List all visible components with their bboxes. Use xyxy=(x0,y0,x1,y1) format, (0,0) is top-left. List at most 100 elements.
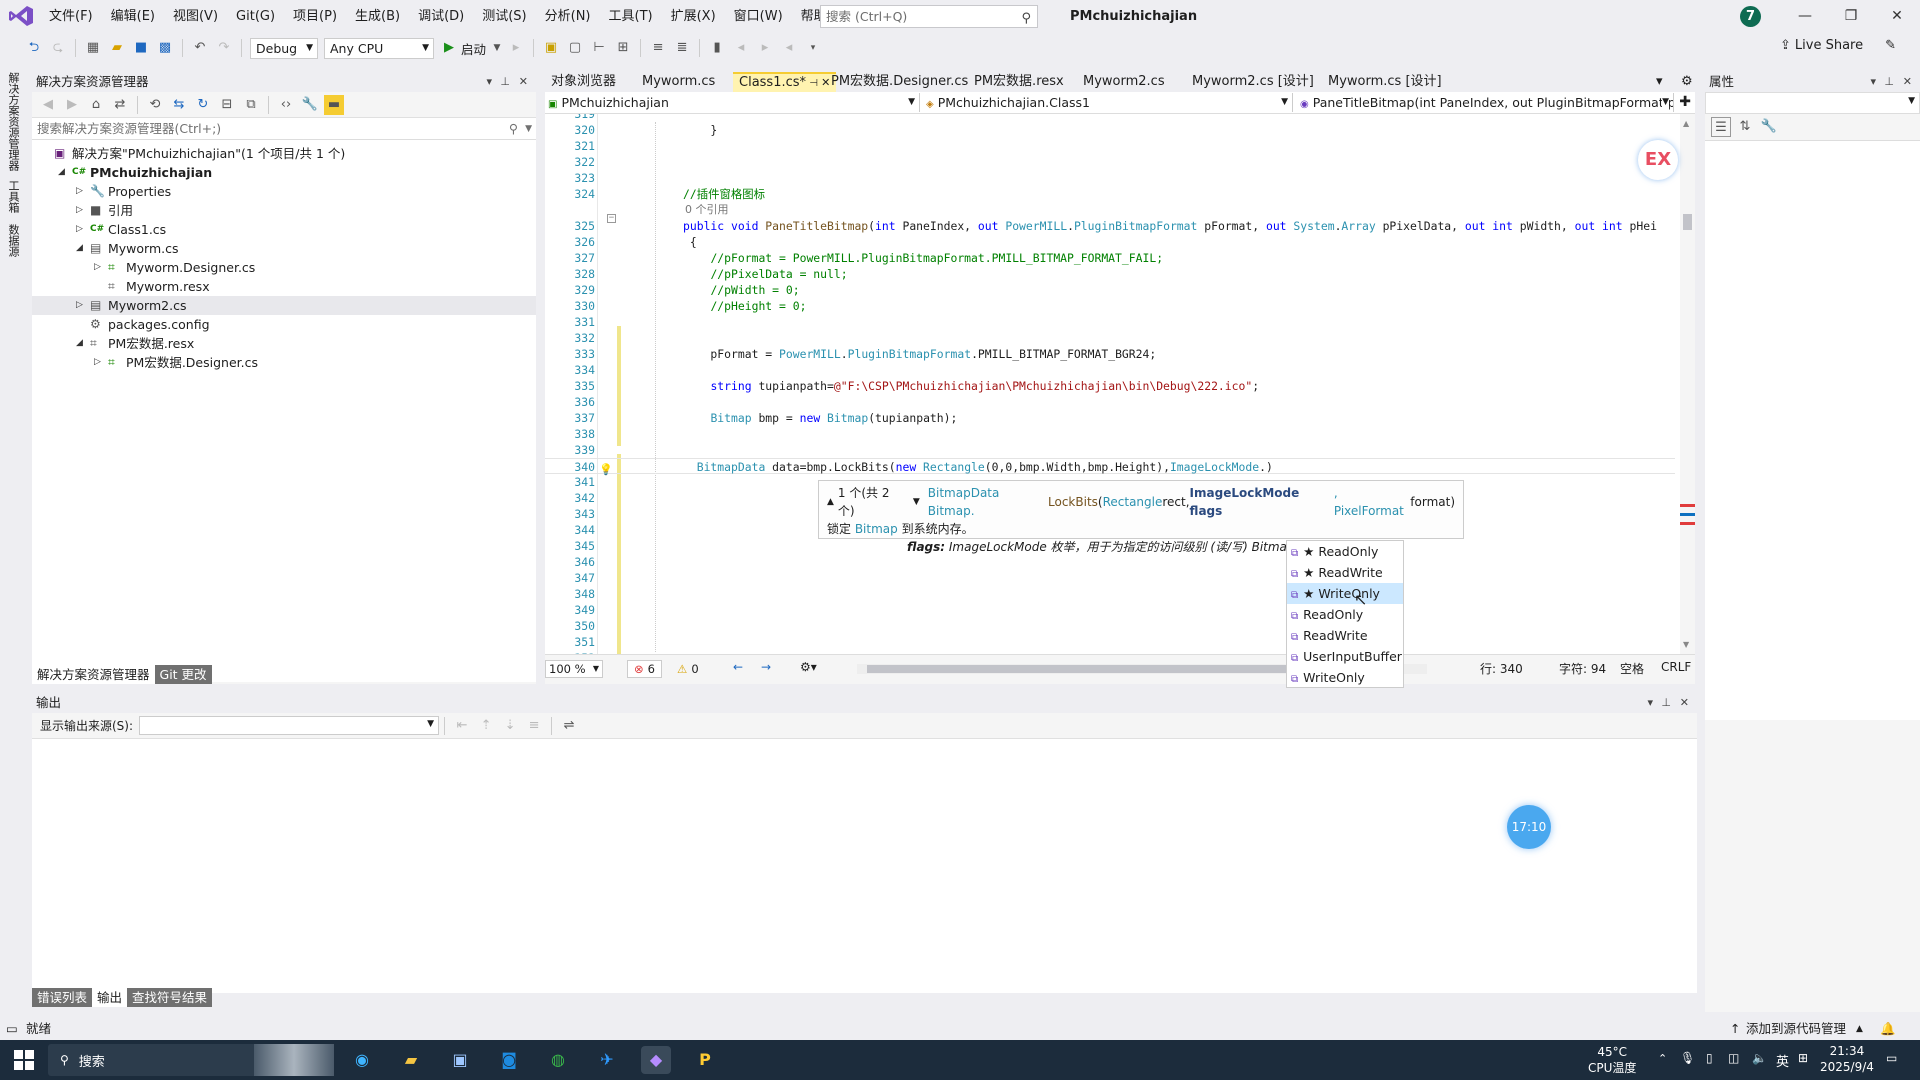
tab-find-symbol-results[interactable]: 查找符号结果 xyxy=(127,988,213,1007)
green-app-icon[interactable]: ◍ xyxy=(543,1046,573,1074)
edge-icon[interactable]: ◉ xyxy=(347,1046,377,1074)
chevron-down-icon[interactable]: ▼ xyxy=(525,118,532,140)
minimize-icon[interactable]: — xyxy=(1782,0,1828,33)
collapsed-arrow-icon[interactable]: ▷ xyxy=(76,220,83,239)
start-button[interactable]: 启动 xyxy=(461,39,486,58)
save-icon[interactable]: ■ xyxy=(131,38,151,58)
add-to-source-control-button[interactable]: 添加到源代码管理 xyxy=(1746,1018,1846,1040)
tree-item[interactable]: ▷ ⌗ Myworm.Designer.cs xyxy=(32,258,536,277)
alphabetical-icon[interactable]: ⇅ xyxy=(1735,117,1755,137)
expanded-arrow-icon[interactable]: ◢ xyxy=(76,334,83,353)
categorized-icon[interactable]: ☰ xyxy=(1711,117,1731,137)
account-avatar[interactable]: 7 xyxy=(1740,6,1761,27)
pin-icon[interactable]: ⊥ xyxy=(1661,693,1671,713)
split-editor-icon[interactable]: ✚ xyxy=(1679,94,1691,110)
sync-icon[interactable]: ⇆ xyxy=(169,95,189,115)
completion-item[interactable]: ⧉ WriteOnly xyxy=(1287,667,1403,688)
clear-all-icon[interactable]: ≡ xyxy=(524,716,544,736)
close-icon[interactable]: ✕ xyxy=(519,72,528,92)
menu-item-4[interactable]: 项目(P) xyxy=(284,0,346,33)
tab-solution-explorer[interactable]: 解决方案资源管理器 xyxy=(32,665,155,684)
system-clock[interactable]: 21:34 2025/9/4 xyxy=(1820,1043,1874,1075)
redo-icon[interactable]: ↷ xyxy=(214,38,234,58)
live-share-button[interactable]: ⇪ Live Share ✎ xyxy=(1780,38,1896,53)
chevron-down-icon[interactable]: ▼ xyxy=(492,38,502,58)
tree-item[interactable]: ▣ 解决方案"PMchuizhichajian"(1 个项目/共 1 个) xyxy=(32,144,536,163)
expanded-arrow-icon[interactable]: ◢ xyxy=(58,163,65,182)
panel-menu-icon[interactable]: ▾ xyxy=(486,72,492,92)
prev-overload-icon[interactable]: ▲ xyxy=(827,493,834,511)
output-text-area[interactable] xyxy=(32,739,1697,989)
previous-issue-icon[interactable]: ← xyxy=(733,660,743,674)
panel-menu-icon[interactable]: ▾ xyxy=(1647,693,1653,713)
refresh-icon[interactable]: ↻ xyxy=(193,95,213,115)
completion-item[interactable]: ⧉ ReadOnly xyxy=(1287,604,1403,625)
property-pages-icon[interactable]: 🔧 xyxy=(1759,117,1779,137)
menu-item-3[interactable]: Git(G) xyxy=(227,0,284,33)
next-issue-icon[interactable]: → xyxy=(761,660,771,674)
close-icon[interactable]: ✕ xyxy=(1903,72,1912,92)
menu-item-7[interactable]: 测试(S) xyxy=(473,0,535,33)
tree-item[interactable]: ◢ ⌗ PM宏数据.resx xyxy=(32,334,536,353)
tab-git-changes[interactable]: Git 更改 xyxy=(154,665,212,684)
code-cleanup-icon[interactable]: ⚙▾ xyxy=(800,660,817,674)
warning-count[interactable]: ⚠ 0 xyxy=(677,660,699,678)
open-folder-icon[interactable]: ▰ xyxy=(107,38,127,58)
code-area[interactable]: − 319 320 } 321 322 323 324//插件窗格图标 0 个引用 325 pu… xyxy=(545,114,1680,654)
document-tab[interactable]: PM宏数据.resx xyxy=(968,72,1070,92)
tree-item[interactable]: ▷ 🔧 Properties xyxy=(32,182,536,201)
timer-bubble[interactable]: 17:10 xyxy=(1507,805,1551,849)
pin-icon[interactable]: ⊣ xyxy=(806,78,821,89)
menu-item-11[interactable]: 窗口(W) xyxy=(725,0,792,33)
bookmark-icon[interactable]: ▮ xyxy=(707,38,727,58)
microphone-icon[interactable]: 🎙 xyxy=(1680,1051,1695,1065)
undo-icon[interactable]: ↶ xyxy=(190,38,210,58)
prev-bookmark-icon[interactable]: ◂ xyxy=(731,38,751,58)
tab-error-list[interactable]: 错误列表 xyxy=(32,988,93,1007)
panel-menu-icon[interactable]: ▾ xyxy=(1870,72,1876,92)
ime-indicator[interactable]: 英 xyxy=(1776,1051,1789,1070)
new-project-icon[interactable]: ▦ xyxy=(83,38,103,58)
document-tab[interactable]: PM宏数据.Designer.cs xyxy=(825,72,974,92)
menu-item-8[interactable]: 分析(N) xyxy=(536,0,600,33)
tree-item[interactable]: ◢ C# PMchuizhichajian xyxy=(32,163,536,182)
feedback-icon[interactable]: ✎ xyxy=(1885,38,1896,53)
forward-icon[interactable]: ⮎ xyxy=(48,38,68,58)
vtab-data-sources[interactable]: 数据源 xyxy=(5,224,21,257)
document-tab[interactable]: Myworm.cs [设计] xyxy=(1322,72,1448,92)
volume-icon[interactable]: 🔈 xyxy=(1752,1051,1767,1065)
next-message-icon[interactable]: ⇣ xyxy=(500,716,520,736)
network-icon[interactable]: ◫ xyxy=(1728,1051,1739,1065)
view-code-icon[interactable]: ‹› xyxy=(276,95,296,115)
menu-item-5[interactable]: 生成(B) xyxy=(346,0,409,33)
collapsed-arrow-icon[interactable]: ▷ xyxy=(76,296,83,315)
document-tab[interactable]: Class1.cs* ⊣ ✕ xyxy=(733,72,837,92)
scroll-thumb[interactable] xyxy=(1683,214,1692,230)
collapsed-arrow-icon[interactable]: ▷ xyxy=(76,201,83,220)
codelens-references[interactable]: 0 个引用 xyxy=(685,202,729,218)
align-icon[interactable]: ⊞ xyxy=(613,38,633,58)
outlook-icon[interactable]: ◙ xyxy=(494,1046,524,1074)
solution-explorer-search-input[interactable]: 搜索解决方案资源管理器(Ctrl+;) ⚲ ▼ xyxy=(32,118,536,140)
close-icon[interactable]: ✕ xyxy=(1874,0,1920,33)
next-overload-icon[interactable]: ▼ xyxy=(913,493,920,511)
zoom-select[interactable]: 100 % ▼ xyxy=(545,660,603,678)
class-select[interactable]: ◈ PMchuizhichajian.Class1 ▼ xyxy=(923,93,1293,112)
output-source-select[interactable]: ▼ xyxy=(139,716,440,735)
show-all-files-icon[interactable]: ⧉ xyxy=(241,95,261,115)
expanded-arrow-icon[interactable]: ◢ xyxy=(76,239,83,258)
notifications-icon[interactable]: 🔔 xyxy=(1880,1018,1896,1040)
tree-item[interactable]: ▷ ■ 引用 xyxy=(32,201,536,220)
menu-item-2[interactable]: 视图(V) xyxy=(164,0,227,33)
notification-center-icon[interactable]: ▭ xyxy=(1886,1051,1897,1065)
restore-icon[interactable]: ❐ xyxy=(1828,0,1874,33)
vtab-solution-explorer[interactable]: 解决方案资源管理器 xyxy=(5,72,21,171)
pending-changes-filter-icon[interactable]: ⟲ xyxy=(145,95,165,115)
back-icon[interactable]: ◀ xyxy=(38,95,58,115)
tab-output[interactable]: 输出 xyxy=(92,988,128,1007)
toolbar-overflow-icon[interactable]: ▾ xyxy=(803,38,823,58)
tree-item[interactable]: ⚙ packages.config xyxy=(32,315,536,334)
save-all-icon[interactable]: ▩ xyxy=(155,38,175,58)
pin-icon[interactable]: ⊥ xyxy=(1884,72,1894,92)
member-select[interactable]: ◉ PaneTitleBitmap(int PaneIndex, out Plu… xyxy=(1297,93,1674,112)
